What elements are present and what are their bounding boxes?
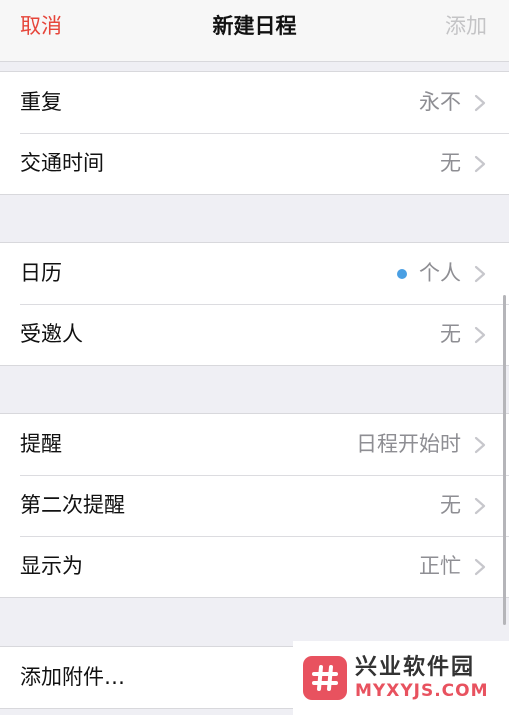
new-event-screen: 取消 新建日程 添加 重复 永不 交通时间 无 日历 个人 受邀人 无 提醒 日…	[0, 0, 509, 715]
chevron-right-icon	[474, 558, 486, 576]
repeat-travel-group: 重复 永不 交通时间 无	[0, 71, 509, 195]
chevron-right-icon	[474, 326, 486, 344]
show-as-label: 显示为	[20, 554, 83, 578]
add-attachment-label: 添加附件…	[20, 665, 125, 689]
calendar-invitees-group: 日历 个人 受邀人 无	[0, 242, 509, 366]
chevron-right-icon	[474, 94, 486, 112]
second-alert-value: 无	[440, 493, 461, 517]
repeat-label: 重复	[20, 90, 62, 114]
travel-time-value: 无	[440, 151, 461, 175]
show-as-value: 正忙	[419, 554, 461, 578]
chevron-right-icon	[474, 497, 486, 515]
alerts-group: 提醒 日程开始时 第二次提醒 无 显示为 正忙	[0, 413, 509, 598]
watermark-domain: MYXYJS.COM	[355, 681, 489, 701]
calendar-color-dot	[397, 268, 407, 279]
chevron-right-icon	[474, 265, 486, 283]
travel-time-row[interactable]: 交通时间 无	[0, 133, 509, 194]
watermark: 兴业软件园 MYXYJS.COM	[293, 641, 509, 715]
invitees-row[interactable]: 受邀人 无	[0, 304, 509, 365]
navigation-bar: 取消 新建日程 添加	[0, 0, 509, 62]
hash-logo-icon	[303, 656, 347, 700]
show-as-row[interactable]: 显示为 正忙	[0, 536, 509, 597]
chevron-right-icon	[474, 436, 486, 454]
calendar-row[interactable]: 日历 个人	[0, 243, 509, 304]
alert-value: 日程开始时	[356, 432, 461, 456]
invitees-label: 受邀人	[20, 322, 83, 346]
repeat-row[interactable]: 重复 永不	[0, 72, 509, 133]
second-alert-row[interactable]: 第二次提醒 无	[0, 475, 509, 536]
travel-time-label: 交通时间	[20, 151, 104, 175]
repeat-value: 永不	[419, 90, 461, 114]
scroll-indicator[interactable]	[503, 295, 506, 625]
add-button[interactable]: 添加	[445, 12, 487, 40]
second-alert-label: 第二次提醒	[20, 493, 125, 517]
invitees-value: 无	[440, 322, 461, 346]
watermark-name: 兴业软件园	[355, 655, 476, 680]
calendar-value: 个人	[397, 243, 461, 304]
calendar-label: 日历	[20, 261, 62, 285]
watermark-text: 兴业软件园 MYXYJS.COM	[355, 655, 489, 701]
page-title: 新建日程	[212, 14, 297, 38]
calendar-value-text: 个人	[419, 261, 461, 285]
chevron-right-icon	[474, 155, 486, 173]
alert-row[interactable]: 提醒 日程开始时	[0, 414, 509, 475]
alert-label: 提醒	[20, 432, 62, 456]
